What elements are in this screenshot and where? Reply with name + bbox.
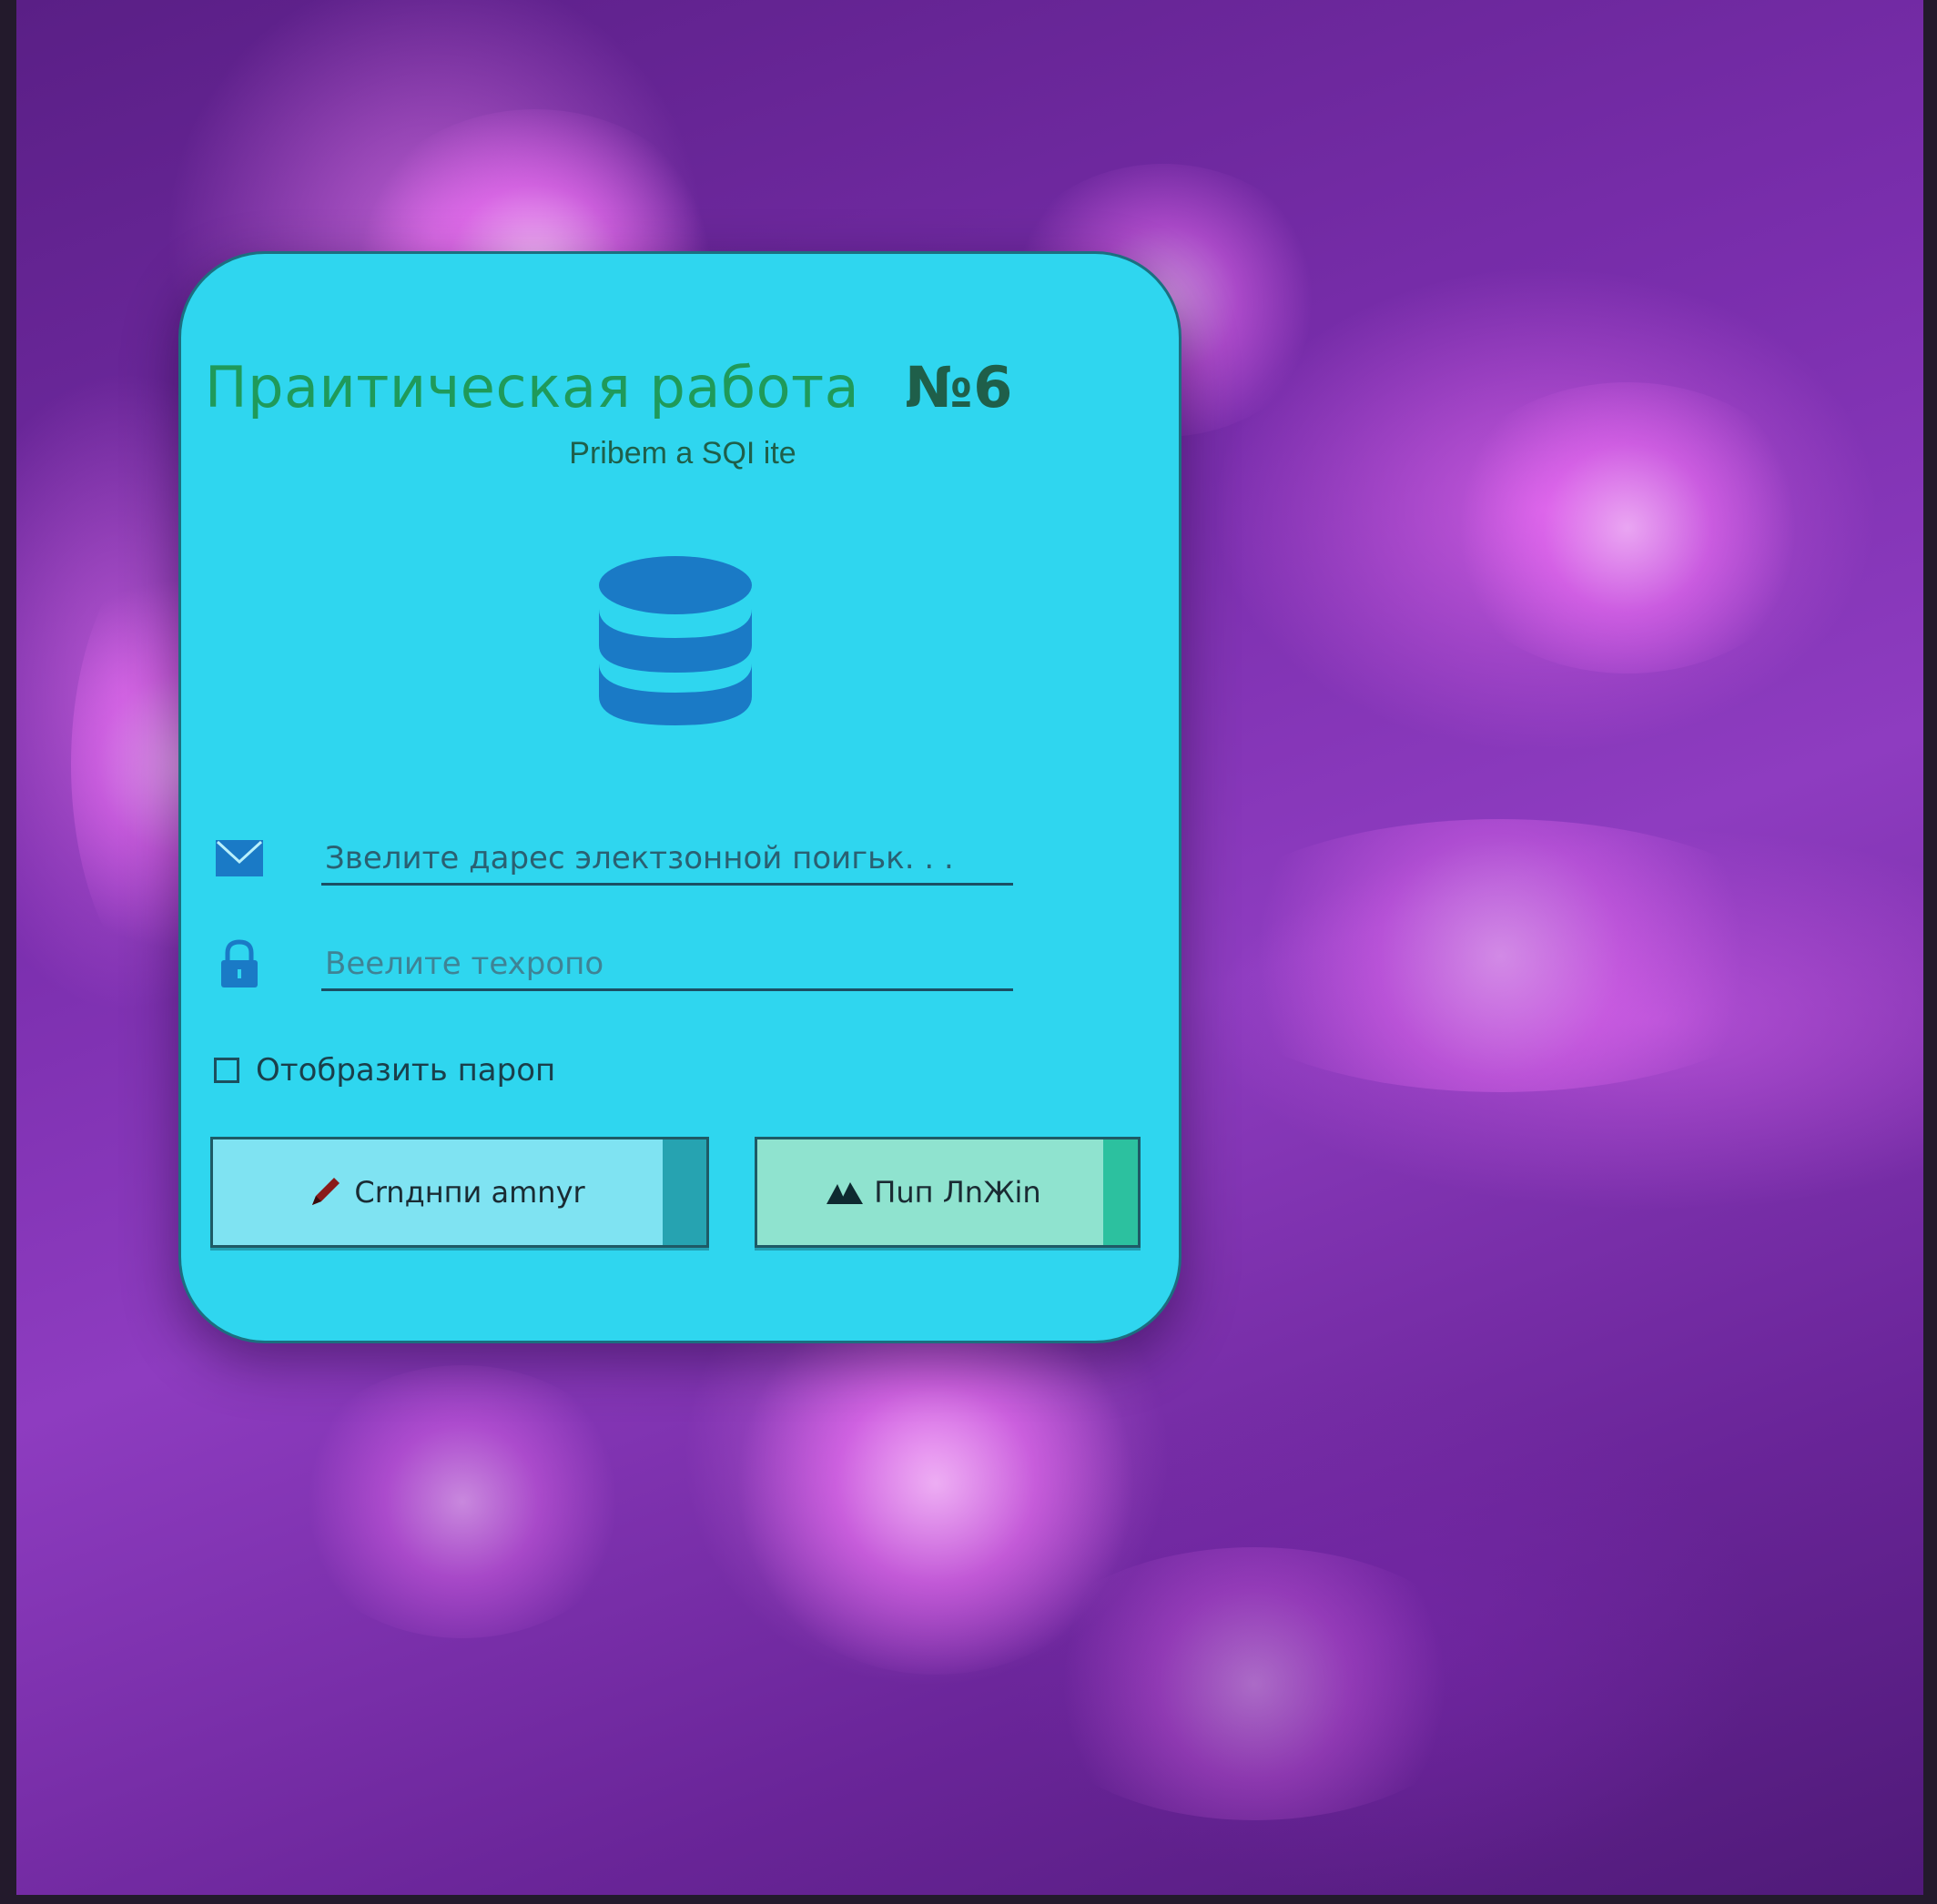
login-card: Праитическая работа №6 Pribem a SQI ite О… <box>178 251 1181 1343</box>
create-account-label: Crnднпи amnyr <box>354 1175 585 1210</box>
password-field-row <box>214 938 1013 1002</box>
email-input[interactable] <box>321 833 1013 886</box>
light-glow <box>289 1365 635 1638</box>
create-account-button[interactable]: Crnднпи amnyr <box>210 1137 709 1248</box>
show-password-checkbox[interactable] <box>214 1058 239 1083</box>
pencil-icon <box>312 1178 340 1205</box>
login-label: Пuп ЛnЖin <box>874 1175 1041 1210</box>
light-glow <box>1436 382 1819 673</box>
title-text: Праитическая работа <box>205 354 860 420</box>
lock-icon <box>221 939 258 987</box>
button-accent-stripe <box>1103 1139 1138 1245</box>
title-number: №6 <box>905 354 1013 420</box>
show-password-label: Отобразить пapоп <box>256 1052 556 1089</box>
light-glow <box>1181 819 1819 1092</box>
light-glow <box>1018 1547 1491 1820</box>
email-field-row <box>214 833 1013 896</box>
show-password-toggle[interactable]: Отобразить пapоп <box>214 1049 555 1091</box>
page-subtitle: Pribem a SQI ite <box>569 436 796 471</box>
button-accent-stripe <box>663 1139 706 1245</box>
database-icon <box>599 556 752 725</box>
login-button[interactable]: Пuп ЛnЖin <box>755 1137 1141 1248</box>
page-title: Праитическая работа №6 <box>205 354 1170 420</box>
password-input[interactable] <box>321 938 1013 991</box>
mountain-icon <box>827 1182 864 1204</box>
envelope-icon <box>216 840 263 876</box>
